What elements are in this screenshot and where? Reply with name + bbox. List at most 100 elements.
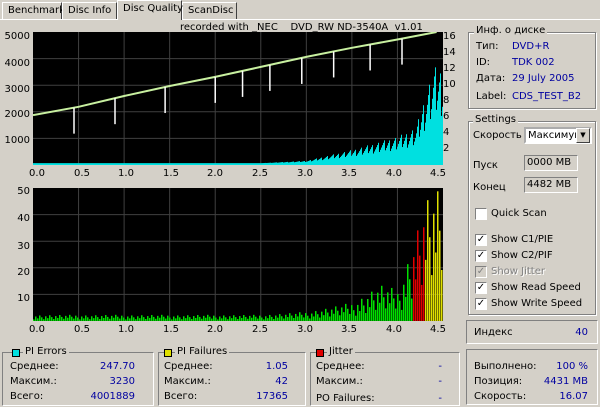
pie-bar bbox=[259, 163, 260, 165]
top-ytick: 3000 bbox=[4, 84, 30, 95]
pie-bar bbox=[429, 84, 430, 165]
pie-bar bbox=[250, 163, 251, 165]
pie-bar bbox=[291, 161, 292, 165]
pif-bar bbox=[337, 310, 339, 321]
pif-bar bbox=[245, 316, 247, 321]
pif-bar bbox=[169, 317, 171, 321]
pie-bar bbox=[178, 163, 179, 165]
pie-bar bbox=[92, 163, 93, 165]
pie-bar bbox=[319, 159, 320, 165]
pie-bar bbox=[302, 161, 303, 165]
pie-bar bbox=[145, 163, 146, 165]
pif-bar bbox=[105, 315, 107, 321]
show-write-checkbox[interactable]: ✓ bbox=[475, 298, 487, 310]
pie-bar bbox=[216, 163, 217, 165]
pie-bar bbox=[171, 163, 172, 165]
pie-bar bbox=[140, 163, 141, 165]
tab-bar: Benchmark Disc Info Disc Quality ScanDis… bbox=[0, 0, 600, 20]
pie-bar bbox=[422, 114, 423, 165]
top-y2tick: 10 bbox=[443, 79, 456, 90]
pie-bar bbox=[34, 163, 35, 165]
pie-bar bbox=[393, 143, 394, 165]
pif-bar bbox=[183, 316, 185, 321]
xtick: 0.5 bbox=[74, 168, 90, 179]
pie-bar bbox=[93, 163, 94, 165]
pie-bar bbox=[184, 163, 185, 165]
pie-bar bbox=[412, 130, 413, 165]
pie-bar bbox=[389, 140, 390, 165]
show-c1-label: Show C1/PIE bbox=[491, 234, 554, 245]
pie-bar bbox=[51, 163, 52, 165]
pie-bar bbox=[430, 119, 431, 165]
pi-failures-title: PI Failures bbox=[175, 346, 230, 357]
xtick: 3.0 bbox=[297, 324, 313, 335]
pif-bar bbox=[263, 319, 265, 321]
pif-bar bbox=[161, 314, 163, 321]
pi-failures-avg-label: Среднее: bbox=[164, 361, 213, 372]
jitter-max: - bbox=[438, 376, 442, 387]
xtick: 3.5 bbox=[341, 168, 357, 179]
xtick: 2.0 bbox=[207, 168, 223, 179]
type-label: Тип: bbox=[476, 41, 499, 52]
pie-bar bbox=[70, 163, 71, 165]
bottom-ytick: 10 bbox=[17, 293, 30, 304]
show-write-label: Show Write Speed bbox=[491, 298, 583, 309]
pie-bar bbox=[112, 163, 113, 165]
pie-bar bbox=[355, 149, 356, 165]
pif-bar bbox=[261, 317, 263, 321]
pif-bar bbox=[291, 315, 293, 321]
pif-bar bbox=[185, 318, 187, 321]
pie-bar bbox=[72, 163, 73, 165]
pie-bar bbox=[181, 163, 182, 165]
label-value: CDS_TEST_B2 bbox=[512, 91, 582, 102]
pif-bar bbox=[35, 316, 37, 321]
pie-bar bbox=[120, 163, 121, 165]
jitter-avg: - bbox=[438, 361, 442, 372]
end-field[interactable]: 4482 MB bbox=[524, 177, 578, 193]
pie-bar bbox=[33, 163, 34, 165]
pif-bar bbox=[211, 318, 213, 321]
chevron-down-icon[interactable]: ▼ bbox=[576, 128, 590, 143]
pif-bar bbox=[409, 279, 411, 321]
pie-bar bbox=[186, 163, 187, 165]
pie-bar bbox=[251, 163, 252, 165]
pie-bar bbox=[104, 163, 105, 165]
show-c1-checkbox[interactable]: ✓ bbox=[475, 234, 487, 246]
show-read-label: Show Read Speed bbox=[491, 282, 581, 293]
pif-bar bbox=[129, 318, 131, 321]
speed-readout-label: Скорость: bbox=[474, 391, 527, 402]
pie-bar bbox=[223, 163, 224, 165]
show-c2-checkbox[interactable]: ✓ bbox=[475, 250, 487, 262]
pie-bar bbox=[357, 154, 358, 165]
pie-bar bbox=[243, 163, 244, 165]
start-field[interactable]: 0000 MB bbox=[524, 155, 578, 171]
top-y2tick: 6 bbox=[443, 111, 450, 122]
pie-bar bbox=[75, 163, 76, 165]
pif-bar bbox=[171, 319, 173, 321]
pif-bar bbox=[83, 318, 85, 321]
pie-bar bbox=[37, 163, 38, 165]
pie-bar bbox=[354, 151, 355, 165]
pie-bar bbox=[98, 163, 99, 165]
pie-bar bbox=[225, 163, 226, 165]
quick-scan-checkbox[interactable] bbox=[475, 208, 487, 220]
pi-failures-total: 17365 bbox=[256, 391, 288, 402]
tab-disc-quality[interactable]: Disc Quality bbox=[117, 0, 183, 20]
pi-failures-total-label: Всего: bbox=[164, 391, 198, 402]
tab-scandisc[interactable]: ScanDisc bbox=[182, 2, 237, 19]
pie-bar bbox=[119, 163, 120, 165]
pif-bar bbox=[431, 275, 433, 321]
pif-bar bbox=[347, 308, 349, 321]
pif-bar bbox=[407, 264, 409, 321]
tab-disc-info[interactable]: Disc Info bbox=[62, 2, 117, 19]
tab-benchmark[interactable]: Benchmark bbox=[2, 2, 65, 19]
show-read-checkbox[interactable]: ✓ bbox=[475, 282, 487, 294]
pie-bar bbox=[334, 158, 335, 165]
pie-bar bbox=[316, 158, 317, 165]
pie-bar bbox=[410, 137, 411, 165]
pie-bar bbox=[418, 119, 419, 165]
pie-bar bbox=[41, 163, 42, 165]
show-jitter-checkbox[interactable]: ✓ bbox=[475, 266, 487, 278]
pif-bar bbox=[215, 317, 217, 321]
pie-bar bbox=[268, 162, 269, 165]
